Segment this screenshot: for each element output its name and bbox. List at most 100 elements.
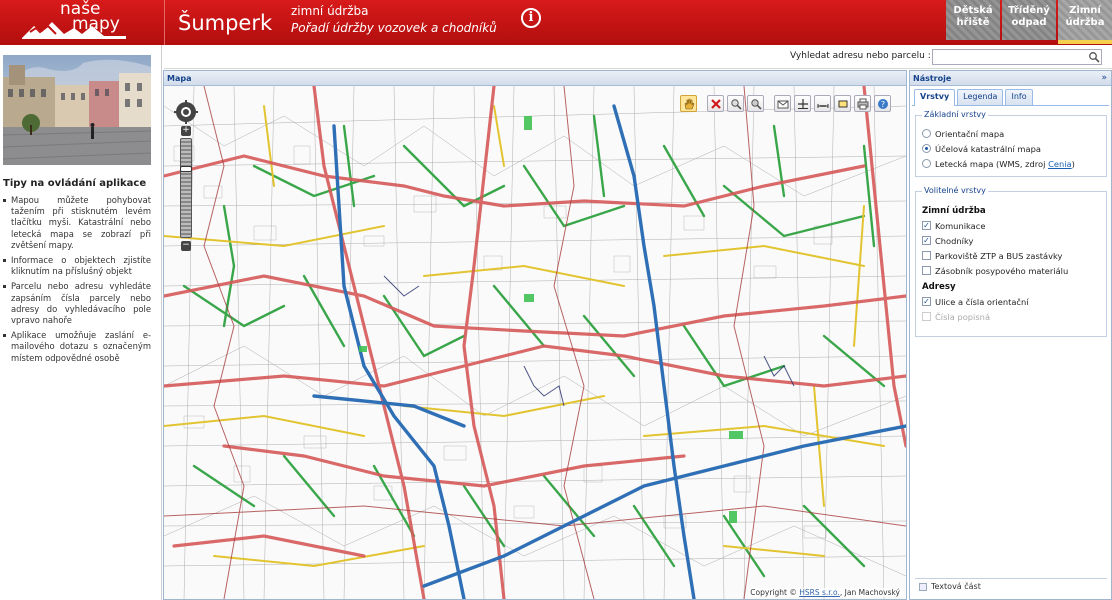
base-layer-option[interactable]: Letecká mapa (WMS, zdroj Cenia) xyxy=(922,156,1100,171)
city-title: Šumperk xyxy=(178,11,273,35)
layer-chodniky[interactable]: ✓ Chodníky xyxy=(922,233,1100,248)
layer-ulice[interactable]: ✓ Ulice a čísla orientační xyxy=(922,294,1100,309)
cenia-link[interactable]: Cenia xyxy=(1048,159,1072,169)
zoom-slider[interactable] xyxy=(180,138,192,238)
radio-button[interactable] xyxy=(922,129,931,138)
base-layers-fieldset: Základní vrstvy Orientační mapa Účelová … xyxy=(915,110,1107,177)
search-input[interactable] xyxy=(932,49,1102,65)
svg-text:?: ? xyxy=(880,100,884,109)
zoom-slider-handle[interactable] xyxy=(180,166,192,172)
app-tab-tridenny-odpad[interactable]: Tříděný odpad xyxy=(1002,0,1056,40)
base-layers-legend: Základní vrstvy xyxy=(922,110,988,119)
checkbox[interactable] xyxy=(922,266,931,275)
print-tool[interactable] xyxy=(854,95,871,112)
checkbox[interactable]: ✓ xyxy=(922,221,931,230)
option-label: Zásobník posypového materiálu xyxy=(935,265,1069,276)
left-panel: Tipy na ovládání aplikace Mapou můžete p… xyxy=(0,45,162,600)
measure-point-tool[interactable] xyxy=(794,95,811,112)
checkbox[interactable]: ✓ xyxy=(922,236,931,245)
clear-tool[interactable] xyxy=(707,95,724,112)
layer-cisla-popisna: Čísla popisná xyxy=(922,309,1100,324)
optional-layers-legend: Volitelné vrstvy xyxy=(922,186,988,195)
text-part-panel[interactable]: Textová část xyxy=(915,578,1107,594)
tips-list: Mapou můžete pohybovat tažením při stisk… xyxy=(3,195,151,368)
tools-tabs: Vrstvy Legenda Info xyxy=(912,89,1109,106)
app-description: Pořadí údržby vozovek a chodníků xyxy=(291,21,497,35)
checkbox[interactable]: ✓ xyxy=(922,297,931,306)
tab-vrstvy[interactable]: Vrstvy xyxy=(914,89,956,106)
email-tool[interactable] xyxy=(774,95,791,112)
layer-komunikace[interactable]: ✓ Komunikace xyxy=(922,218,1100,233)
app-header: naše mapy Šumperk zimní údržba Pořadí úd… xyxy=(0,0,1112,45)
help-tool[interactable]: ? xyxy=(874,95,891,112)
tab-info[interactable]: Info xyxy=(1005,89,1033,105)
copyright-link[interactable]: HSRS s.r.o. xyxy=(799,588,840,597)
layer-zasobnik[interactable]: Zásobník posypového materiálu xyxy=(922,263,1100,278)
zoom-out-button[interactable]: − xyxy=(181,241,191,251)
pan-hand-tool[interactable] xyxy=(680,95,697,112)
option-label: Účelová katastrální mapa xyxy=(935,143,1041,154)
base-layer-option[interactable]: Orientační mapa xyxy=(922,126,1100,141)
town-square-photo xyxy=(3,55,151,165)
copyright-suffix: , Jan Machovský xyxy=(839,588,900,597)
pan-compass-icon[interactable] xyxy=(174,100,198,124)
checkbox xyxy=(922,312,931,321)
text-part-icon xyxy=(919,582,927,591)
base-layer-option[interactable]: Účelová katastrální mapa xyxy=(922,141,1100,156)
layer-parkoviste[interactable]: Parkoviště ZTP a BUS zastávky xyxy=(922,248,1100,263)
option-label: Letecká mapa (WMS, zdroj xyxy=(935,158,1046,169)
map-toolbar: ? xyxy=(680,95,891,113)
zoom-in-button[interactable]: + xyxy=(181,126,191,136)
option-label: Komunikace xyxy=(935,220,986,231)
zoom-out-tool[interactable] xyxy=(747,95,764,112)
app-tab-label: Zimní xyxy=(1069,5,1101,16)
app-tab-label: odpad xyxy=(1011,17,1047,28)
app-tab-detska-hriste[interactable]: Dětská hřiště xyxy=(946,0,1000,40)
area-icon xyxy=(838,100,847,107)
tools-panel-title: Nástroje xyxy=(910,71,1111,86)
option-label: Chodníky xyxy=(935,235,974,246)
tab-legenda[interactable]: Legenda xyxy=(957,89,1004,105)
close-icon xyxy=(710,98,721,109)
group-zimni-udrzba: Zimní údržba xyxy=(922,206,986,216)
app-tab-zimni-udrzba[interactable]: Zimní údržba xyxy=(1058,0,1112,44)
app-tab-label: údržba xyxy=(1065,17,1105,28)
ruler-icon xyxy=(817,103,828,108)
hand-icon xyxy=(684,98,694,109)
list-item: Mapou můžete pohybovat tažením při stisk… xyxy=(3,195,151,251)
text-part-label: Textová část xyxy=(931,582,981,591)
radio-button[interactable] xyxy=(922,159,931,168)
map-copyright: Copyright © HSRS s.r.o., Jan Machovský xyxy=(748,588,902,597)
search-icon[interactable] xyxy=(1088,51,1100,63)
radio-button[interactable] xyxy=(922,144,931,153)
app-tab-label: Dětská xyxy=(953,5,993,16)
optional-layers-fieldset: Volitelné vrstvy Zimní údržba ✓ Komunika… xyxy=(915,186,1107,337)
info-icon[interactable]: i xyxy=(521,8,541,28)
map-panel-title: Mapa xyxy=(164,71,906,86)
list-item: Parcelu nebo adresu vyhledáte zapsáním č… xyxy=(3,281,151,326)
checkbox[interactable] xyxy=(922,251,931,260)
app-tab-label: hřiště xyxy=(956,17,990,28)
option-label: Parkoviště ZTP a BUS zastávky xyxy=(935,250,1063,261)
measure-area-tool[interactable] xyxy=(834,95,851,112)
search-bar: Vyhledat adresu nebo parcelu : xyxy=(164,45,1112,69)
map-canvas[interactable]: + − ? Copyright © HSRS s.r.o., Jan Macho… xyxy=(164,86,906,599)
list-item: Informace o objektech zjistíte kliknutím… xyxy=(3,255,151,277)
zoom-in-tool[interactable] xyxy=(727,95,744,112)
collapse-panel-icon[interactable]: » xyxy=(1101,73,1107,83)
printer-icon xyxy=(857,98,868,109)
app-subtitle: zimní údržba xyxy=(291,4,369,18)
nase-mapy-logo[interactable]: naše mapy xyxy=(0,0,164,45)
list-item: Aplikace umožňuje zaslání e-mailového do… xyxy=(3,330,151,364)
header-divider xyxy=(164,0,165,45)
tips-title: Tipy na ovládání aplikace xyxy=(3,178,147,189)
app-switcher: Dětská hřiště Tříděný odpad Zimní údržba xyxy=(944,0,1112,45)
copyright-prefix: Copyright © xyxy=(750,588,797,597)
envelope-icon xyxy=(777,100,788,108)
measure-length-tool[interactable] xyxy=(814,95,831,112)
app-tab-label: Tříděný xyxy=(1008,5,1050,16)
crosshair-icon xyxy=(797,98,808,109)
mountain-logo-icon xyxy=(22,22,126,39)
map-image xyxy=(164,86,906,599)
magnifier-minus-icon xyxy=(750,98,762,110)
